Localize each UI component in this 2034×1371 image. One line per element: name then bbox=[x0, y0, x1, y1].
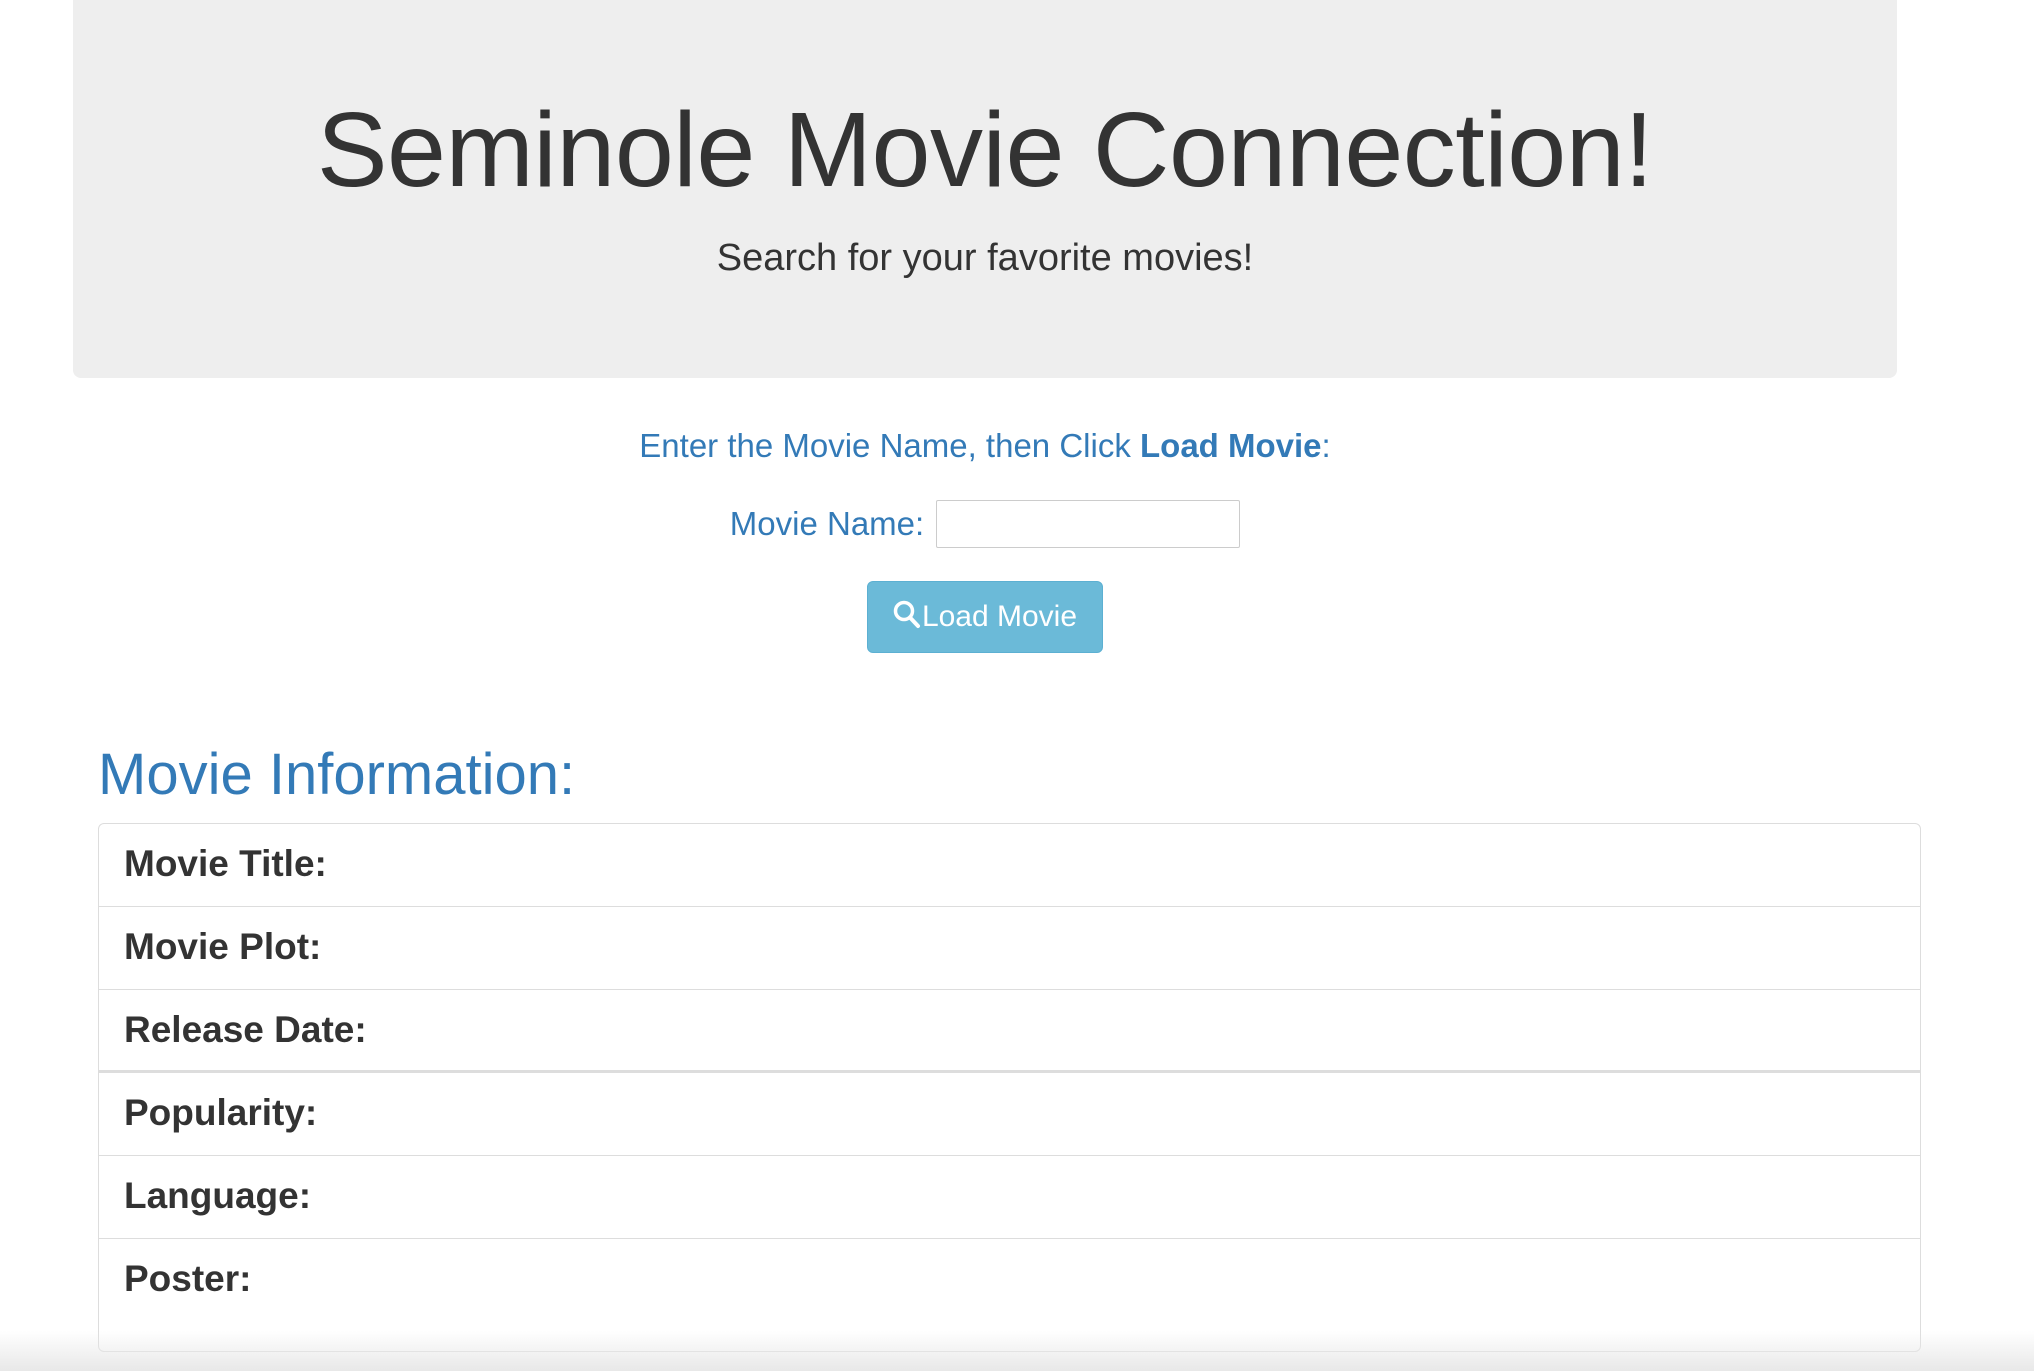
list-item-poster: Poster: bbox=[124, 1258, 252, 1299]
header-banner: Seminole Movie Connection! Search for yo… bbox=[73, 0, 1897, 378]
movie-information-heading: Movie Information: bbox=[98, 742, 576, 807]
search-instructions: Enter the Movie Name, then Click Load Mo… bbox=[0, 424, 1970, 468]
movie-name-label: Movie Name: bbox=[729, 505, 925, 542]
list-item-popularity: Popularity: bbox=[99, 1073, 1920, 1156]
page: Seminole Movie Connection! Search for yo… bbox=[0, 0, 2034, 1371]
load-movie-button[interactable]: Load Movie bbox=[867, 581, 1103, 653]
movie-info-list: Movie Title: Movie Plot: Release Date: P… bbox=[98, 823, 1921, 1352]
list-item-movie-title: Movie Title: bbox=[99, 824, 1920, 907]
load-movie-button-label: Load Movie bbox=[921, 600, 1078, 633]
movie-name-input[interactable] bbox=[936, 500, 1241, 548]
list-item-release-date: Release Date: bbox=[99, 990, 1920, 1073]
instruction-emphasis: Load Movie bbox=[1140, 427, 1322, 464]
page-title: Seminole Movie Connection! bbox=[316, 91, 1654, 209]
instruction-suffix: : bbox=[1321, 427, 1331, 464]
instruction-text: Enter the Movie Name, then Click bbox=[639, 427, 1140, 464]
search-icon bbox=[893, 600, 920, 628]
page-subtitle: Search for your favorite movies! bbox=[716, 237, 1254, 279]
list-item-language: Language: bbox=[99, 1156, 1920, 1239]
movie-name-row: Movie Name: bbox=[0, 498, 1970, 550]
list-item-movie-plot: Movie Plot: bbox=[99, 907, 1920, 990]
